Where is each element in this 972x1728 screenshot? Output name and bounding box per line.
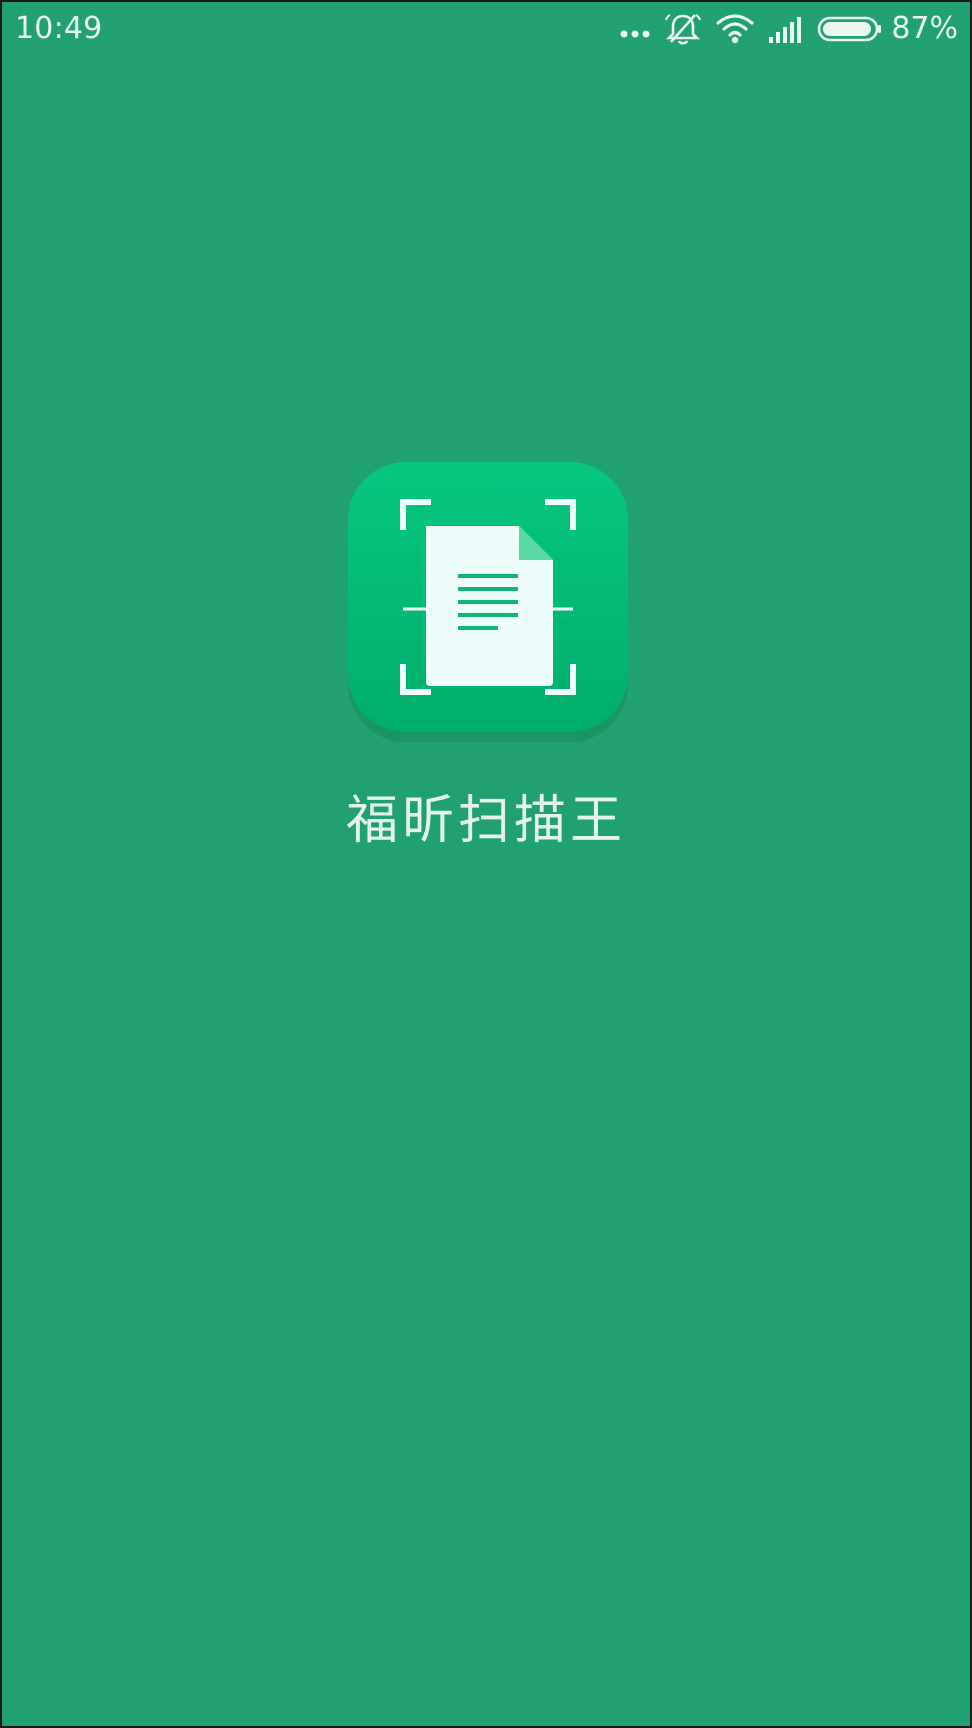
status-bar: 10:49 87% — [2, 2, 970, 56]
battery-percent: 87% — [891, 11, 958, 46]
status-time: 10:49 — [15, 11, 103, 46]
splash-background — [2, 2, 970, 1726]
cellular-signal-icon — [769, 17, 802, 43]
notifications-muted-icon — [665, 14, 702, 45]
splash-screen: 10:49 87% 福昕扫描王 — [0, 0, 972, 1728]
app-name: 福昕扫描王 — [345, 791, 626, 851]
status-icons: 87% — [619, 10, 958, 48]
battery-icon — [818, 16, 882, 42]
wifi-icon — [716, 14, 754, 44]
more-dots-icon — [620, 30, 650, 38]
document-scan-icon — [348, 462, 628, 742]
